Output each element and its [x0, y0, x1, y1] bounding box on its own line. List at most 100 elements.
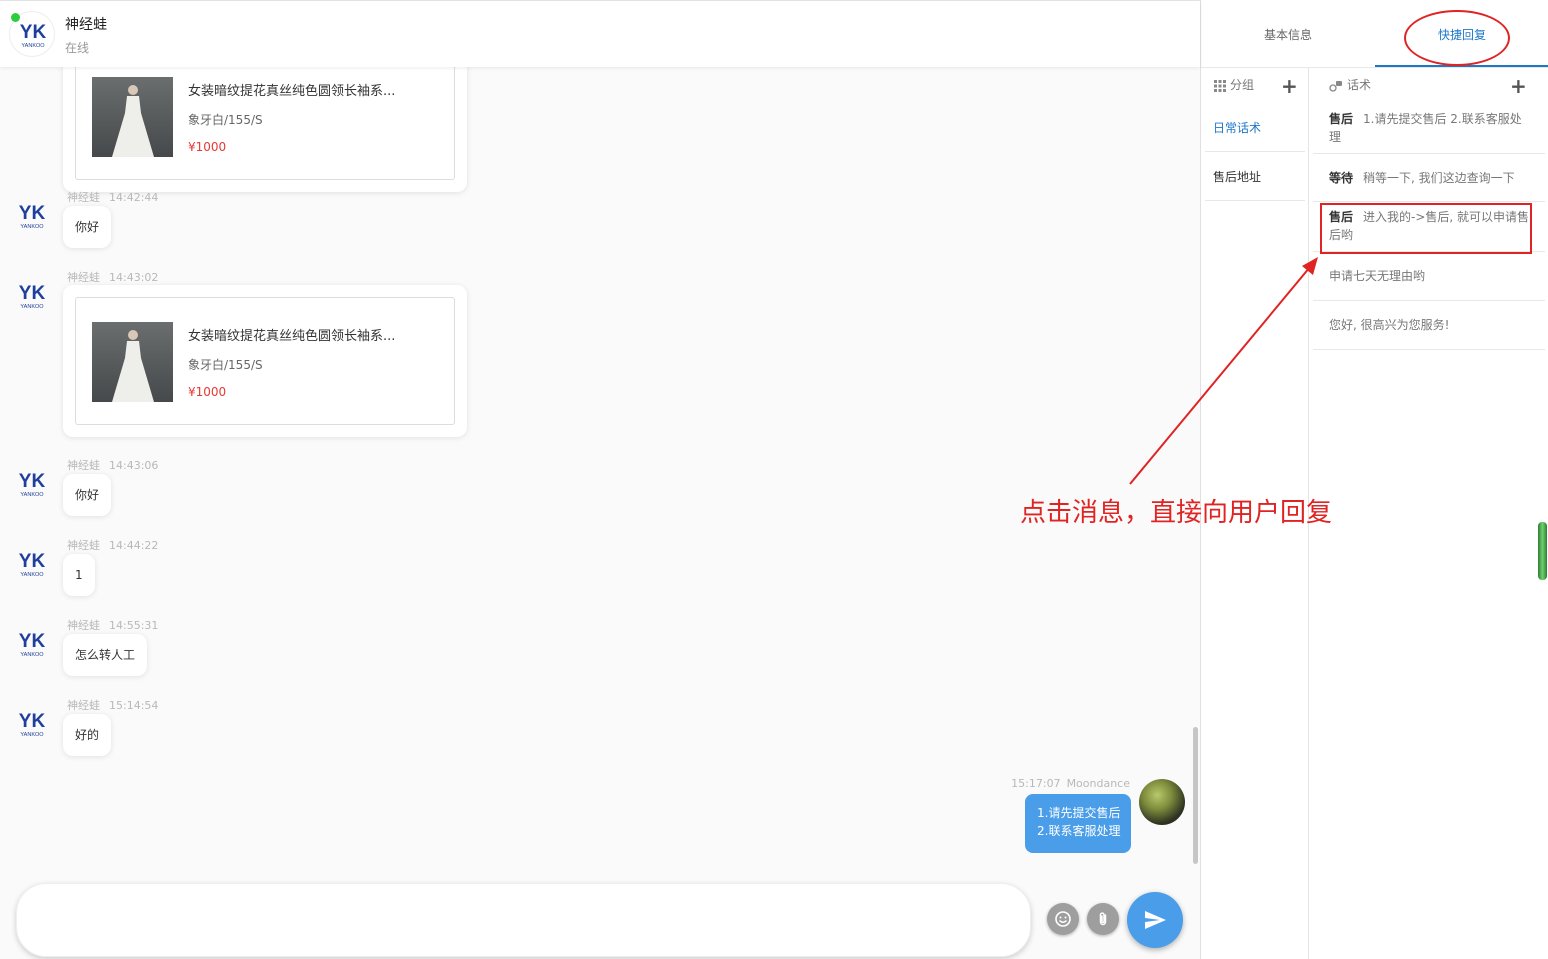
message-time: 14:44:22	[109, 539, 159, 552]
svg-text:YANKOO: YANKOO	[20, 732, 44, 738]
paperclip-icon	[1099, 912, 1107, 926]
sender-avatar[interactable]: YK YANKOO	[9, 279, 55, 315]
phrase-text: 稍等一下, 我们这边查询一下	[1363, 171, 1515, 185]
composer	[0, 865, 1200, 959]
chat-scrollbar-thumb[interactable]	[1193, 727, 1198, 864]
svg-text:YK: YK	[20, 22, 47, 43]
self-text-message[interactable]: 1.请先提交售后 2.联系客服处理	[1025, 794, 1131, 853]
contact-name: 神经蛙	[65, 17, 107, 33]
product-spec: 象牙白/155/S	[188, 113, 263, 127]
phrase-text: 1.请先提交售后 2.联系客服处理	[1329, 112, 1522, 144]
grid-icon	[1214, 79, 1226, 92]
message-sender: Moondance	[1066, 777, 1130, 790]
text-message[interactable]: 怎么转人工	[63, 634, 148, 676]
message-sender: 神经蛙	[67, 459, 100, 472]
message-meta: 神经蛙 14:42:44	[67, 189, 167, 205]
phrase-text: 您好, 很高兴为您服务!	[1329, 318, 1450, 332]
product-card[interactable]: 女装暗纹提花真丝纯色圆领长袖系... 象牙白/155/S ¥1000	[75, 67, 455, 180]
chat-header: YK YANKOO 神经蛙 在线	[0, 1, 1200, 67]
groups-header-label: 分组	[1230, 78, 1255, 92]
text-message[interactable]: 你好	[63, 474, 112, 516]
send-icon	[1145, 911, 1166, 929]
sender-avatar[interactable]: YK YANKOO	[9, 627, 55, 663]
side-panel: 基本信息 快捷回复 分组 + 日常话术 售后地址 话术 + 售后 1.请先提交售后…	[1200, 0, 1548, 959]
self-message-line: 1.请先提交售后	[1037, 806, 1121, 820]
phrase-item[interactable]: 申请七天无理由哟	[1313, 252, 1545, 301]
side-panel-scrollbar[interactable]	[1538, 522, 1547, 580]
phrase-tag: 售后	[1329, 210, 1354, 224]
phrase-tag: 等待	[1329, 171, 1354, 185]
product-message[interactable]: 女装暗纹提花真丝纯色圆领长袖系... 象牙白/155/S ¥1000	[63, 67, 467, 192]
product-title: 女装暗纹提花真丝纯色圆领长袖系...	[188, 329, 396, 344]
text-message[interactable]: 好的	[63, 714, 112, 756]
svg-text:YK: YK	[19, 283, 46, 304]
self-message-line: 2.联系客服处理	[1037, 824, 1121, 838]
sender-avatar[interactable]: YK YANKOO	[9, 467, 55, 503]
message-sender: 神经蛙	[67, 619, 100, 632]
attach-button[interactable]	[1087, 903, 1119, 935]
tab-basic-info[interactable]: 基本信息	[1201, 0, 1375, 68]
tab-quick-reply[interactable]: 快捷回复	[1375, 0, 1548, 68]
chat-script-icon	[1329, 80, 1342, 92]
phrases-header: 话术	[1329, 68, 1539, 104]
product-price: ¥1000	[188, 385, 227, 399]
svg-text:YK: YK	[19, 711, 46, 732]
group-item-daily[interactable]: 日常话术	[1205, 104, 1305, 152]
message-meta: 神经蛙 14:44:22	[67, 537, 167, 553]
group-item-aftersale-address[interactable]: 售后地址	[1205, 153, 1305, 201]
product-image	[92, 322, 173, 402]
contact-status: 在线	[65, 41, 90, 55]
message-time: 14:43:02	[109, 271, 159, 284]
sender-avatar[interactable]: YK YANKOO	[9, 547, 55, 583]
message-sender: 神经蛙	[67, 539, 100, 552]
message-time: 14:55:31	[109, 619, 159, 632]
emoji-button[interactable]	[1047, 903, 1079, 935]
phrase-tag: 售后	[1329, 112, 1354, 126]
product-message[interactable]: 女装暗纹提花真丝纯色圆领长袖系... 象牙白/155/S ¥1000	[63, 285, 467, 437]
message-sender: 神经蛙	[67, 191, 100, 204]
phrase-list: 话术 + 售后 1.请先提交售后 2.联系客服处理 等待 稍等一下, 我们这边查询一…	[1311, 68, 1547, 959]
product-card[interactable]: 女装暗纹提花真丝纯色圆领长袖系... 象牙白/155/S ¥1000	[75, 297, 455, 425]
message-meta: 神经蛙 14:55:31	[67, 617, 167, 633]
text-message[interactable]: 1	[63, 554, 95, 596]
online-status-dot	[11, 13, 20, 22]
message-time: 15:17:07	[1011, 777, 1061, 790]
svg-text:YANKOO: YANKOO	[20, 304, 44, 310]
self-message-meta: 15:17:07 Moondance	[1005, 777, 1130, 790]
svg-text:YK: YK	[19, 203, 46, 224]
message-list[interactable]: 女装暗纹提花真丝纯色圆领长袖系... 象牙白/155/S ¥1000 YK YAN…	[0, 67, 1190, 865]
product-title: 女装暗纹提花真丝纯色圆领长袖系...	[188, 84, 396, 99]
message-sender: 神经蛙	[67, 271, 100, 284]
sender-avatar[interactable]: YK YANKOO	[9, 199, 55, 235]
phrase-item[interactable]: 等待 稍等一下, 我们这边查询一下	[1313, 154, 1545, 202]
phrase-item[interactable]: 售后 进入我的->售后, 就可以申请售后哟	[1313, 202, 1545, 252]
message-meta: 神经蛙 14:43:02	[67, 269, 167, 285]
send-button[interactable]	[1127, 892, 1183, 948]
add-phrase-button[interactable]: +	[1510, 76, 1527, 96]
message-time: 14:43:06	[109, 459, 159, 472]
phrases-header-label: 话术	[1347, 78, 1372, 92]
sender-avatar[interactable]: YK YANKOO	[9, 707, 55, 743]
svg-text:YK: YK	[19, 551, 46, 572]
phrase-text: 申请七天无理由哟	[1329, 269, 1426, 283]
message-time: 15:14:54	[109, 699, 159, 712]
svg-text:YANKOO: YANKOO	[20, 492, 44, 498]
phrase-item[interactable]: 您好, 很高兴为您服务!	[1313, 301, 1545, 350]
svg-text:YK: YK	[19, 631, 46, 652]
side-tabs: 基本信息 快捷回复	[1201, 0, 1548, 68]
message-sender: 神经蛙	[67, 699, 100, 712]
app-root: YK YANKOO 神经蛙 在线 女装暗纹提花真丝纯色圆领长袖系... 象牙白/…	[0, 0, 1548, 959]
agent-avatar[interactable]	[1139, 779, 1185, 825]
message-meta: 神经蛙 14:43:06	[67, 457, 167, 473]
add-group-button[interactable]: +	[1281, 76, 1298, 96]
phrase-text: 进入我的->售后, 就可以申请售后哟	[1329, 210, 1530, 242]
product-image	[92, 77, 173, 157]
product-price: ¥1000	[188, 140, 227, 154]
phrase-item[interactable]: 售后 1.请先提交售后 2.联系客服处理	[1313, 104, 1545, 154]
message-input[interactable]	[16, 883, 1031, 957]
svg-text:YANKOO: YANKOO	[20, 572, 44, 578]
message-meta: 神经蛙 15:14:54	[67, 697, 167, 713]
text-message[interactable]: 你好	[63, 206, 112, 248]
emoji-icon	[1055, 911, 1071, 927]
svg-text:YANKOO: YANKOO	[20, 224, 44, 230]
